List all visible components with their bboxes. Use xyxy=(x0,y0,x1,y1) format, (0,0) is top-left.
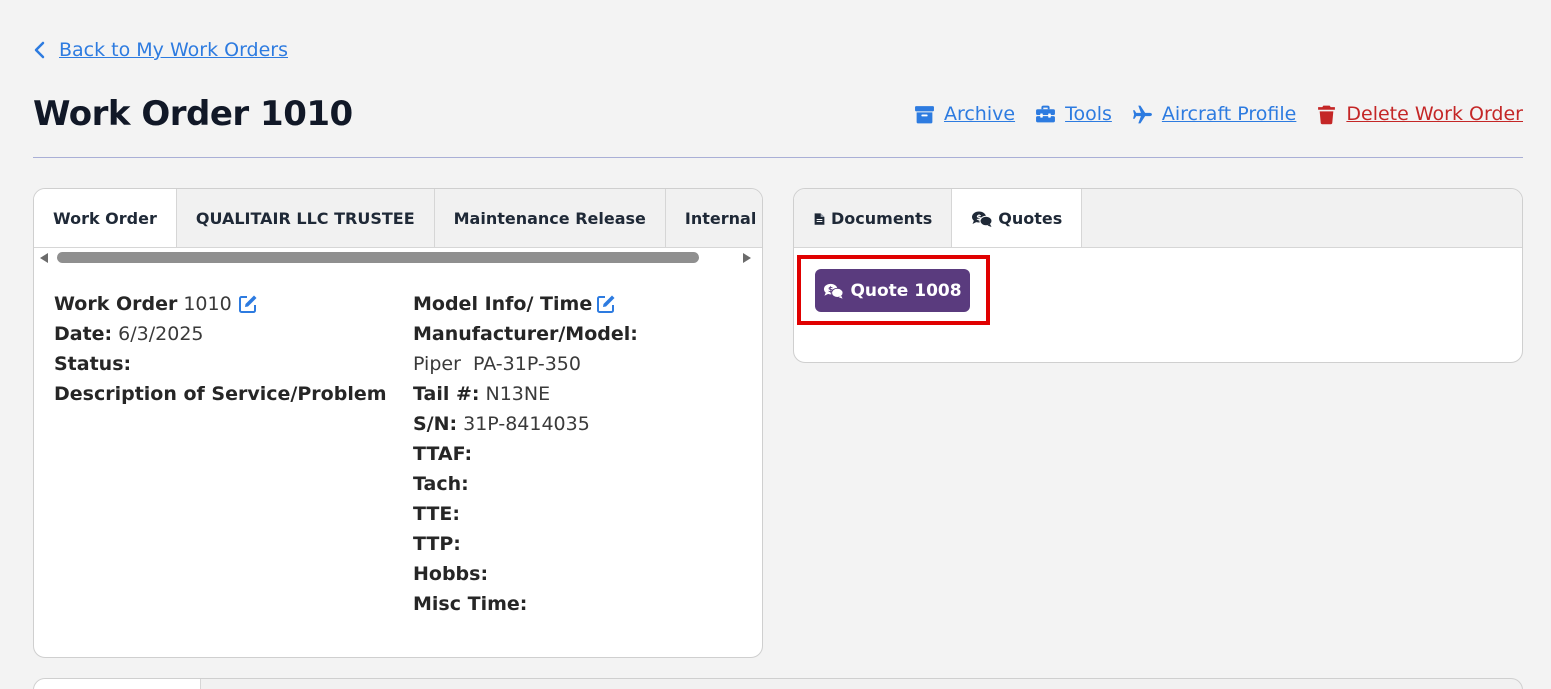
work-order-details: Work Order 1010 Date: 6/3/2025 Status: D… xyxy=(54,289,393,409)
scroll-left-arrow[interactable] xyxy=(40,253,48,263)
bottom-card xyxy=(33,678,1523,689)
toolbox-icon xyxy=(1036,105,1056,122)
archive-button[interactable]: Archive xyxy=(914,103,1015,125)
tab-internal-notes[interactable]: Internal No xyxy=(666,189,762,247)
quote-comments-icon: $ xyxy=(824,283,844,299)
header-divider xyxy=(33,157,1523,158)
tab-label: QUALITAIR LLC TRUSTEE xyxy=(195,209,415,228)
ttaf-label: TTAF: xyxy=(413,443,473,465)
tab-qualitair-llc-trustee[interactable]: QUALITAIR LLC TRUSTEE xyxy=(177,189,435,247)
page-title: Work Order 1010 xyxy=(33,94,353,134)
ttp-row: TTP: xyxy=(413,529,644,559)
tab-label: Quotes xyxy=(998,209,1063,228)
tab-maintenance-release[interactable]: Maintenance Release xyxy=(435,189,666,247)
tab-label: Documents xyxy=(831,209,933,228)
delete-work-order-label[interactable]: Delete Work Order xyxy=(1346,103,1523,125)
manufacturer-value-row: Piper PA-31P-350 xyxy=(413,349,644,379)
model-info-heading: Model Info/ Time xyxy=(413,293,593,315)
tabs-horizontal-scrollbar[interactable] xyxy=(34,248,762,268)
trash-icon xyxy=(1318,105,1336,124)
date-row: Date: 6/3/2025 xyxy=(54,319,393,349)
description-row: Description of Service/Problem xyxy=(54,379,393,409)
misc-time-row: Misc Time: xyxy=(413,589,644,619)
chevron-left-icon xyxy=(34,41,45,59)
work-order-card: Work Order QUALITAIR LLC TRUSTEE Mainten… xyxy=(33,188,763,658)
quote-comments-icon: $ xyxy=(972,211,993,227)
ttp-label: TTP: xyxy=(413,533,461,555)
manufacturer-label-row: Manufacturer/Model: xyxy=(413,319,644,349)
hobbs-row: Hobbs: xyxy=(413,559,644,589)
date-label: Date: xyxy=(54,323,113,345)
quote-button-label: Quote 1008 xyxy=(850,280,962,301)
tab-label: Maintenance Release xyxy=(453,209,646,228)
work-order-tabbar: Work Order QUALITAIR LLC TRUSTEE Mainten… xyxy=(34,189,762,248)
archive-label[interactable]: Archive xyxy=(944,103,1015,125)
plane-icon xyxy=(1132,105,1152,123)
delete-work-order-button[interactable]: Delete Work Order xyxy=(1316,103,1523,125)
back-link-label[interactable]: Back to My Work Orders xyxy=(59,39,288,61)
scrollbar-thumb[interactable] xyxy=(57,252,699,263)
svg-text:$: $ xyxy=(976,213,982,222)
documents-quotes-card: Documents $ Quotes $ Quote 1008 xyxy=(793,188,1523,363)
tach-row: Tach: xyxy=(413,469,644,499)
status-label: Status: xyxy=(54,353,132,375)
serial-value: 31P-8414035 xyxy=(463,413,590,435)
tab-label: Work Order xyxy=(53,209,157,228)
svg-text:$: $ xyxy=(828,284,833,293)
model-info-heading-row: Model Info/ Time xyxy=(413,289,644,319)
serial-label: S/N: xyxy=(413,413,458,435)
description-label: Description of Service/Problem xyxy=(54,383,387,405)
manufacturer-value: Piper PA-31P-350 xyxy=(413,353,581,375)
tab-work-order[interactable]: Work Order xyxy=(34,189,177,247)
tab-documents[interactable]: Documents xyxy=(794,189,953,247)
bottom-card-tab[interactable] xyxy=(34,679,201,689)
status-row: Status: xyxy=(54,349,393,379)
aircraft-profile-button[interactable]: Aircraft Profile xyxy=(1132,103,1297,125)
edit-icon[interactable] xyxy=(596,294,616,314)
work-order-number: 1010 xyxy=(183,293,232,315)
manufacturer-label: Manufacturer/Model: xyxy=(413,323,638,345)
date-value: 6/3/2025 xyxy=(118,323,204,345)
scroll-right-arrow[interactable] xyxy=(743,253,751,263)
tail-row: Tail #: N13NE xyxy=(413,379,644,409)
tail-label: Tail #: xyxy=(413,383,480,405)
archive-icon xyxy=(915,105,934,123)
documents-quotes-tabbar: Documents $ Quotes xyxy=(794,189,1522,248)
tab-label: Internal No xyxy=(684,209,762,228)
model-info-details: Model Info/ Time Manufacturer/Model: Pip… xyxy=(413,289,644,619)
work-order-number-row: Work Order 1010 xyxy=(54,289,393,319)
tail-value: N13NE xyxy=(485,383,551,405)
hobbs-label: Hobbs: xyxy=(413,563,489,585)
misc-time-label: Misc Time: xyxy=(413,593,528,615)
tab-quotes[interactable]: $ Quotes xyxy=(952,189,1083,247)
file-icon xyxy=(814,212,825,225)
aircraft-profile-label[interactable]: Aircraft Profile xyxy=(1162,103,1297,125)
header-actions: Archive Tools Aircraft Profile Delete Wo… xyxy=(914,103,1523,125)
work-order-label: Work Order xyxy=(54,293,178,315)
tte-label: TTE: xyxy=(413,503,460,525)
tach-label: Tach: xyxy=(413,473,469,495)
quote-button[interactable]: $ Quote 1008 xyxy=(815,269,970,312)
edit-icon[interactable] xyxy=(238,294,258,314)
tools-button[interactable]: Tools xyxy=(1035,103,1112,125)
tools-label[interactable]: Tools xyxy=(1065,103,1112,125)
tte-row: TTE: xyxy=(413,499,644,529)
serial-row: S/N: 31P-8414035 xyxy=(413,409,644,439)
ttaf-row: TTAF: xyxy=(413,439,644,469)
back-to-work-orders-link[interactable]: Back to My Work Orders xyxy=(33,39,288,61)
